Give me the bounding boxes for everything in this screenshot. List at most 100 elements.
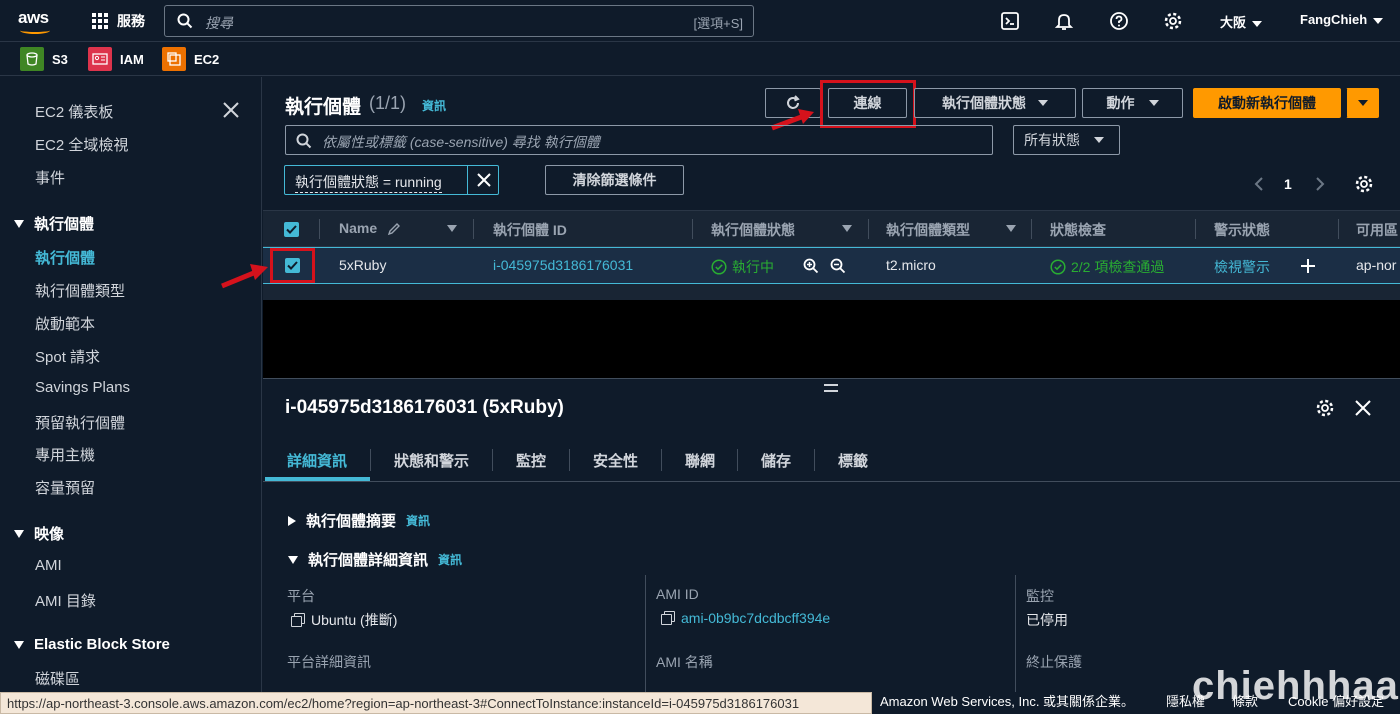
aws-logo[interactable]: aws (18, 8, 58, 34)
platform-detail-label: 平台詳細資訊 (287, 654, 371, 670)
settings-icon[interactable] (1315, 398, 1335, 418)
cell-status-check-label: 2/2 項檢查通過 (1071, 259, 1165, 275)
sidebar-item-capacity-reservations[interactable]: 容量預留 (35, 477, 95, 498)
close-icon[interactable] (222, 101, 240, 119)
sidebar-item-ami-catalog[interactable]: AMI 目錄 (35, 590, 96, 611)
zoom-in-icon[interactable] (803, 258, 819, 274)
sidebar-item-global-view[interactable]: EC2 全域檢視 (35, 134, 128, 155)
favorite-ec2[interactable]: EC2 (162, 47, 219, 71)
zoom-out-icon[interactable] (830, 258, 846, 274)
resize-handle[interactable] (824, 384, 838, 392)
cloudshell-icon[interactable] (999, 10, 1021, 32)
column-header-status-check[interactable]: 狀態檢查 (1050, 220, 1106, 240)
sidebar-item-savings-plans[interactable]: Savings Plans (35, 379, 130, 396)
sidebar-item-events[interactable]: 事件 (35, 167, 65, 188)
clear-filters-button[interactable]: 清除篩選條件 (545, 165, 684, 195)
sidebar-item-instance-types[interactable]: 執行個體類型 (35, 280, 125, 301)
plus-icon[interactable] (1300, 258, 1316, 274)
tab-monitoring[interactable]: 監控 (516, 450, 546, 471)
sort-icon[interactable] (1006, 225, 1016, 232)
copy-icon[interactable] (291, 613, 305, 627)
gear-icon[interactable] (1162, 10, 1184, 32)
sidebar-item-dedicated-hosts[interactable]: 專用主機 (35, 444, 95, 465)
user-menu[interactable]: FangChieh (1300, 12, 1384, 27)
section-label: 執行個體詳細資訊 (308, 552, 429, 569)
info-link[interactable]: 資訊 (438, 551, 462, 568)
instance-state-button[interactable]: 執行個體狀態 (914, 88, 1076, 118)
remove-filter-button[interactable] (467, 166, 499, 194)
sort-icon[interactable] (842, 225, 852, 232)
tab-tags[interactable]: 標籤 (838, 450, 868, 471)
instance-count: (1/1) (369, 93, 407, 113)
help-icon[interactable] (1108, 10, 1130, 32)
search-placeholder: 搜尋 (205, 15, 233, 31)
sidebar-item-ami[interactable]: AMI (35, 557, 62, 574)
cell-instance-id[interactable]: i-045975d3186176031 (493, 257, 633, 273)
chevron-right-icon[interactable] (1314, 176, 1326, 192)
launch-dropdown-button[interactable] (1346, 88, 1379, 118)
footer-copyright: Amazon Web Services, Inc. 或其關係企業。 (880, 694, 1135, 709)
tab-storage[interactable]: 儲存 (761, 450, 791, 471)
sidebar-section-instances[interactable]: 執行個體 (14, 213, 94, 234)
column-header-type[interactable]: 執行個體類型 (886, 220, 970, 240)
column-header-az[interactable]: 可用區 (1356, 220, 1398, 240)
sidebar-item-spot-requests[interactable]: Spot 請求 (35, 346, 100, 367)
sidebar-section-ebs[interactable]: Elastic Block Store (14, 636, 170, 653)
sidebar-item-instances[interactable]: 執行個體 (35, 247, 95, 268)
instance-state-label: 執行個體狀態 (942, 95, 1026, 111)
page-number[interactable]: 1 (1284, 176, 1292, 192)
column-header-alarm[interactable]: 警示狀態 (1214, 220, 1270, 240)
status-select-label: 所有狀態 (1024, 132, 1080, 148)
tab-security[interactable]: 安全性 (593, 450, 638, 471)
favorite-iam[interactable]: IAM (88, 47, 144, 71)
select-all-checkbox[interactable] (284, 222, 299, 237)
sort-icon[interactable] (447, 225, 457, 232)
caret-down-icon (1094, 137, 1104, 143)
settings-icon[interactable] (1354, 174, 1374, 194)
section-instance-summary[interactable]: 執行個體摘要 資訊 (288, 510, 430, 531)
close-icon[interactable] (1355, 400, 1371, 416)
view-alarms-link[interactable]: 檢視警示 (1214, 257, 1270, 277)
search-icon (177, 13, 193, 29)
region-selector[interactable]: 大阪 (1220, 12, 1263, 31)
sidebar-item-reserved-instances[interactable]: 預留執行個體 (35, 412, 125, 433)
favorite-label: S3 (52, 51, 68, 67)
caret-down-icon (1148, 100, 1159, 106)
sidebar-item-launch-templates[interactable]: 啟動範本 (35, 313, 95, 334)
column-header-state[interactable]: 執行個體狀態 (711, 220, 795, 240)
launch-label: 啟動新執行個體 (1218, 95, 1316, 111)
tab-details[interactable]: 詳細資訊 (287, 450, 347, 471)
cell-name: 5xRuby (339, 257, 387, 273)
copy-icon[interactable] (661, 611, 675, 625)
filter-search-input[interactable]: 依屬性或標籤 (case-sensitive) 尋找 執行個體 (285, 125, 993, 155)
info-link[interactable]: 資訊 (406, 512, 430, 529)
filter-token[interactable]: 執行個體狀態 = running (284, 165, 499, 195)
sidebar-item-dashboard[interactable]: EC2 儀表板 (35, 101, 113, 122)
launch-instances-button[interactable]: 啟動新執行個體 (1193, 88, 1341, 118)
detail-title: i-045975d3186176031 (5xRuby) (285, 397, 564, 418)
ami-id-link[interactable]: ami-0b9bc7dcdbcff394e (681, 610, 830, 626)
sidebar-section-images[interactable]: 映像 (14, 523, 64, 544)
sidebar-item-volumes[interactable]: 磁碟區 (35, 668, 80, 689)
clear-filters-label: 清除篩選條件 (572, 172, 657, 188)
info-link[interactable]: 資訊 (422, 97, 446, 114)
status-select[interactable]: 所有狀態 (1013, 125, 1120, 155)
favorite-s3[interactable]: S3 (20, 47, 68, 71)
tab-status-alarms[interactable]: 狀態和警示 (394, 450, 469, 471)
platform-value-text: Ubuntu (推斷) (311, 612, 398, 628)
search-input[interactable]: 搜尋 [選項+S] (164, 5, 754, 37)
platform-value: Ubuntu (推斷) (291, 610, 397, 630)
caret-down-icon (14, 529, 24, 538)
column-header-name[interactable]: Name (339, 220, 377, 236)
tab-networking[interactable]: 聯網 (685, 450, 715, 471)
section-instance-details[interactable]: 執行個體詳細資訊 資訊 (288, 549, 462, 570)
bell-icon[interactable] (1053, 10, 1075, 32)
actions-button[interactable]: 動作 (1082, 88, 1183, 118)
favorite-label: IAM (120, 51, 144, 67)
caret-down-icon (14, 219, 24, 228)
services-menu[interactable]: 服務 (92, 11, 145, 31)
tabs-divider (263, 481, 1400, 482)
chevron-left-icon[interactable] (1253, 176, 1265, 192)
table-row[interactable]: 5xRuby i-045975d3186176031 執行中 t2.micro … (263, 247, 1400, 284)
column-header-instance-id[interactable]: 執行個體 ID (493, 220, 567, 240)
